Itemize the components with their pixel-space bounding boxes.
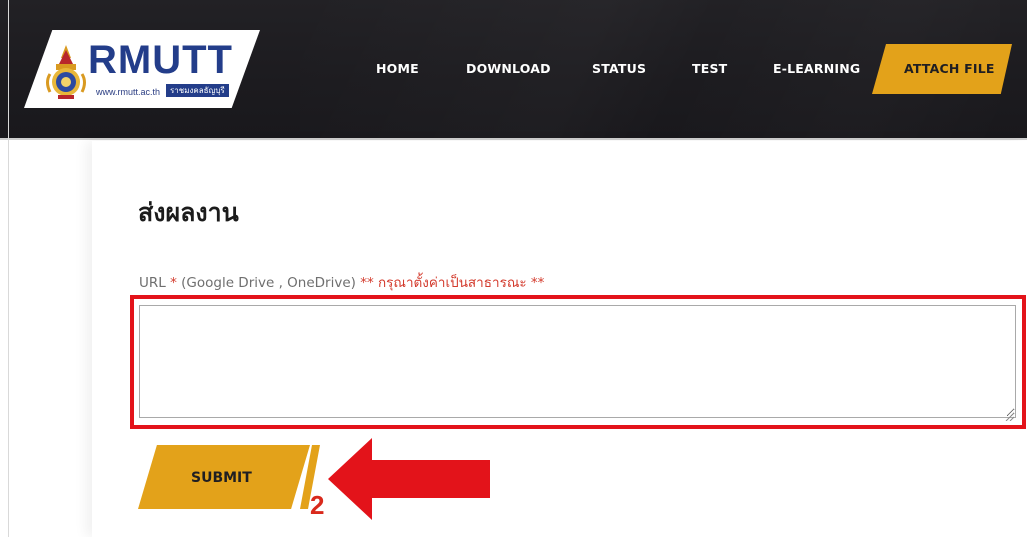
url-textarea[interactable] bbox=[139, 305, 1016, 418]
resize-grip-icon[interactable] bbox=[1004, 406, 1015, 422]
required-mark: * bbox=[170, 275, 177, 291]
url-field-label: URL * (Google Drive , OneDrive) ** กรุณา… bbox=[139, 274, 544, 292]
url-label-prefix: URL bbox=[139, 275, 166, 291]
url-label-hint: (Google Drive , OneDrive) bbox=[181, 275, 356, 291]
annotation-arrow-icon bbox=[328, 438, 490, 520]
nav-status[interactable]: STATUS bbox=[592, 60, 646, 78]
nav-e-learning[interactable]: E-LEARNING bbox=[773, 60, 860, 78]
annotation-step-number: 2 bbox=[310, 490, 325, 520]
header-divider bbox=[0, 138, 1027, 140]
logo-url: www.rmutt.ac.th bbox=[96, 87, 161, 97]
page-left-border bbox=[8, 0, 9, 537]
nav-test[interactable]: TEST bbox=[692, 60, 727, 78]
submit-button-label[interactable]: SUBMIT bbox=[191, 469, 252, 487]
nav-download[interactable]: DOWNLOAD bbox=[466, 60, 551, 78]
logo-thai-tag: ราชมงคลธัญบุรี bbox=[166, 84, 229, 97]
page-title: ส่งผลงาน bbox=[138, 198, 239, 227]
url-label-warning: ** กรุณาตั้งค่าเป็นสาธารณะ ** bbox=[360, 275, 545, 291]
university-seal-icon bbox=[44, 44, 88, 100]
logo-wordmark: RMUTT bbox=[88, 38, 233, 82]
nav-attach-file[interactable]: ATTACH FILE bbox=[904, 60, 995, 78]
nav-home[interactable]: HOME bbox=[376, 60, 419, 78]
